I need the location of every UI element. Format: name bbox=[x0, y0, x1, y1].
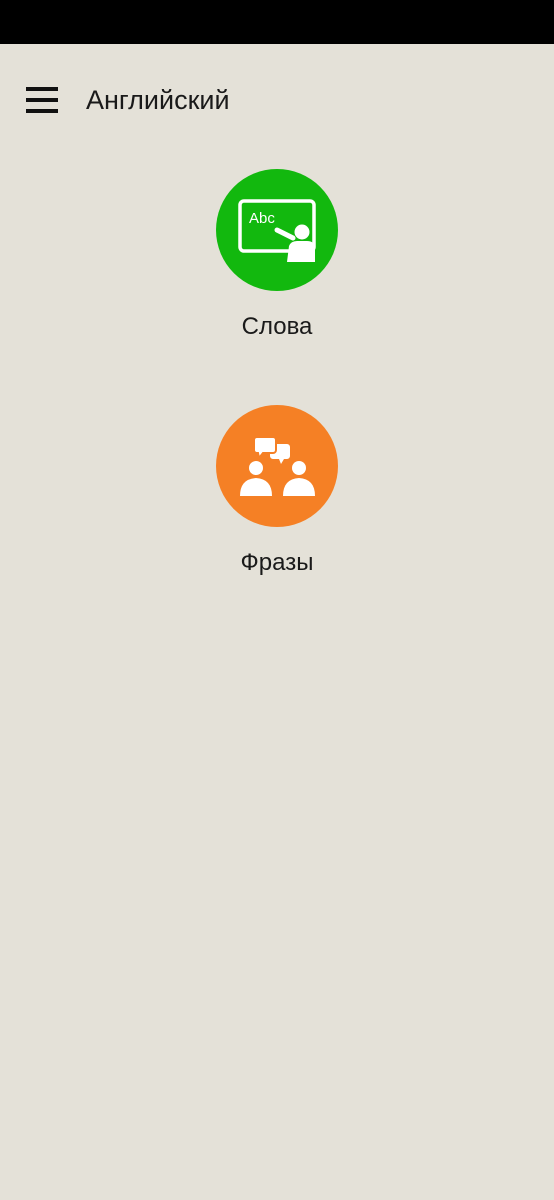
status-bar bbox=[0, 0, 554, 44]
board-text: Abc bbox=[249, 210, 275, 227]
menu-button[interactable] bbox=[20, 80, 64, 120]
app-bar: Английский bbox=[0, 44, 554, 156]
app-title: Английский bbox=[86, 85, 230, 115]
teacher-blackboard-icon: Abc bbox=[237, 198, 317, 262]
words-circle-button[interactable]: Abc bbox=[216, 169, 338, 291]
phrases-circle-button[interactable] bbox=[216, 405, 338, 527]
conversation-people-icon bbox=[237, 434, 317, 498]
phrases-section[interactable]: Фразы bbox=[0, 405, 554, 579]
words-section[interactable]: Abc Слова bbox=[0, 169, 554, 343]
words-label: Слова bbox=[241, 313, 313, 340]
hamburger-menu-icon bbox=[20, 80, 64, 120]
phrases-label: Фразы bbox=[240, 549, 314, 576]
